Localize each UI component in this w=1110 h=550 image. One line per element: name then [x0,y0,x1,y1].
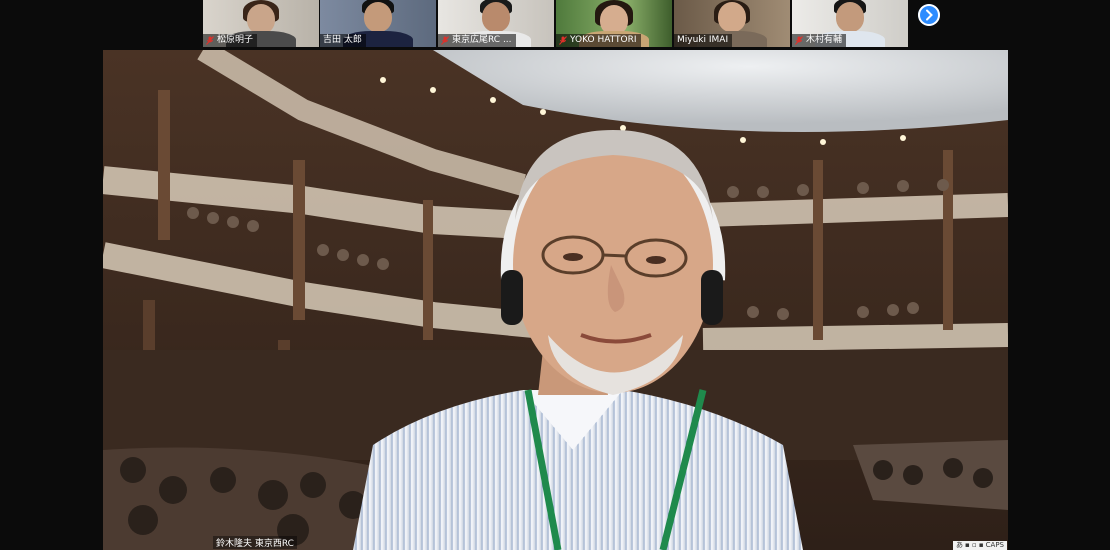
muted-mic-icon [559,36,567,45]
participant-name: Miyuki IMAI [677,35,729,45]
caps-indicator: CAPS [985,541,1004,549]
participant-tile[interactable]: 吉田 太郎 [320,0,436,47]
participant-label: 松原明子 [203,34,258,47]
participant-name: 木村有輔 [806,35,843,45]
participant-name: 松原明子 [217,35,254,45]
next-page-button[interactable] [918,4,940,26]
participant-label: Miyuki IMAI [674,34,733,47]
tray-icons: ▪ ▫ ▪ [964,541,984,549]
participant-tile[interactable]: YOKO HATTORI [556,0,672,47]
participant-name: 東京広尾RC ... [452,35,512,45]
participant-name: 吉田 太郎 [323,35,362,45]
participant-label: YOKO HATTORI [556,34,641,47]
participant-name: YOKO HATTORI [570,35,637,45]
participant-tile[interactable]: Miyuki IMAI [674,0,790,47]
participant-label: 東京広尾RC ... [438,34,516,47]
chevron-right-icon [926,9,933,21]
participant-label: 吉田 太郎 [320,34,366,47]
muted-mic-icon [795,36,803,45]
muted-mic-icon [206,36,214,45]
participant-tile[interactable]: 木村有輔 [792,0,908,47]
system-tray: あ ▪ ▫ ▪ CAPS [952,541,1007,550]
muted-mic-icon [441,36,449,45]
speaker-video-frame [103,50,1008,550]
participant-tile[interactable]: 東京広尾RC ... [438,0,554,47]
participant-gallery-strip: 松原明子 吉田 太郎 東京広尾RC ... YOKO HATTORI Miyuk… [0,0,1110,50]
ime-indicator: あ [955,541,963,549]
active-speaker-video: 鈴木隆夫 東京西RC [103,50,1008,550]
active-speaker-name: 鈴木隆夫 東京西RC [213,536,297,549]
participant-label: 木村有輔 [792,34,847,47]
participant-tile[interactable]: 松原明子 [203,0,319,47]
